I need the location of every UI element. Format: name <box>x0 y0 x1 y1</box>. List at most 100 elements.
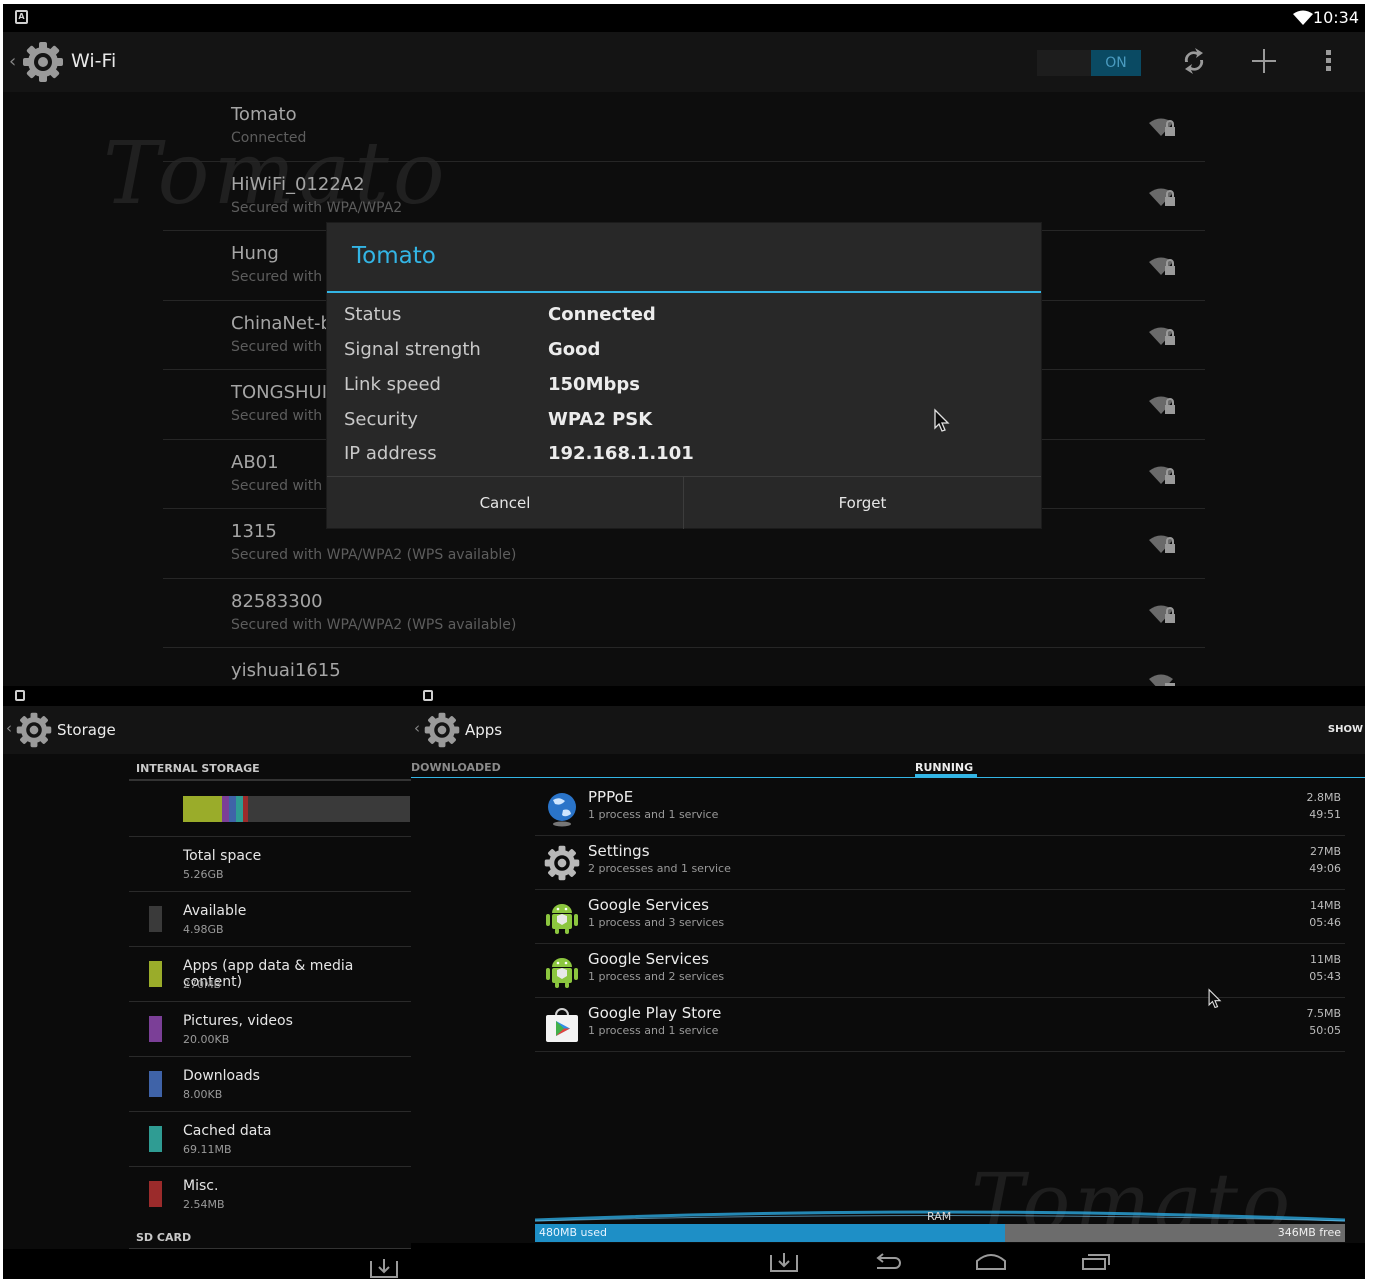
status-bar <box>411 686 1365 706</box>
storage-item-size: 69.11MB <box>183 1143 232 1156</box>
tab-divider <box>411 777 1365 778</box>
app-memory: 14MB <box>1309 899 1341 912</box>
detail-row-security: Security WPA2 PSK <box>344 409 1024 443</box>
color-swatch <box>149 1181 162 1207</box>
detail-row-link-speed: Link speed 150Mbps <box>344 374 1024 408</box>
wifi-lock-signal-icon <box>1149 118 1175 136</box>
settings-gear-icon[interactable] <box>15 711 53 749</box>
wifi-network-item[interactable]: HiWiFi_0122A2 Secured with WPA/WPA2 <box>163 162 1205 231</box>
storage-item-apps[interactable]: Apps (app data & media content) 270MB <box>129 947 411 1002</box>
detail-value: 192.168.1.101 <box>548 443 694 464</box>
section-divider <box>129 779 411 781</box>
running-app-item[interactable]: Google Play Store 1 process and 1 servic… <box>535 998 1345 1052</box>
network-status: Secured with WPA/WPA2 (WPS available) <box>231 616 517 633</box>
back-chevron-icon[interactable]: ‹ <box>6 719 12 737</box>
storage-item-size: 5.26GB <box>183 868 224 881</box>
android-icon <box>546 958 578 988</box>
back-chevron-icon[interactable]: ‹ <box>9 51 16 72</box>
network-ssid: AB01 <box>231 451 279 473</box>
wifi-toggle[interactable]: ON <box>1037 50 1141 76</box>
download-icon[interactable] <box>767 1251 801 1273</box>
app-process-desc: 1 process and 1 service <box>588 1024 719 1037</box>
detail-label: Link speed <box>344 374 441 395</box>
wifi-lock-signal-icon <box>1149 396 1175 414</box>
section-header-sd-card: SD CARD <box>136 1231 192 1244</box>
dialog-title-divider <box>327 291 1041 293</box>
notification-icon[interactable]: A <box>15 10 28 24</box>
storage-item-size: 20.00KB <box>183 1033 230 1046</box>
running-app-item[interactable]: Google Services 1 process and 2 services… <box>535 944 1345 998</box>
wifi-settings-window: A 10:34 ‹ Wi-Fi ON Tomato Tomato Connect… <box>3 4 1365 686</box>
apps-action-bar: ‹ Apps SHOW <box>411 706 1365 754</box>
tab-running[interactable]: RUNNING <box>915 761 973 774</box>
app-process-desc: 1 process and 3 services <box>588 916 725 929</box>
download-icon[interactable] <box>367 1257 401 1279</box>
back-button-icon[interactable] <box>871 1251 905 1273</box>
running-app-item[interactable]: Google Services 1 process and 3 services… <box>535 890 1345 944</box>
network-status: Secured with W <box>231 477 341 494</box>
section-header-internal: INTERNAL STORAGE <box>136 762 260 775</box>
wifi-lock-signal-icon <box>1149 466 1175 484</box>
running-app-item[interactable]: Settings 2 processes and 1 service 27MB … <box>535 836 1345 890</box>
app-memory: 2.8MB <box>1306 791 1341 804</box>
mouse-cursor-icon <box>934 408 950 432</box>
wifi-network-item[interactable]: yishuai1615 <box>163 648 1205 686</box>
back-chevron-icon[interactable]: ‹ <box>414 719 420 737</box>
detail-value: 150Mbps <box>548 374 640 395</box>
app-name: Google Services <box>588 896 709 914</box>
show-cached-button[interactable]: SHOW <box>1328 724 1363 735</box>
mouse-cursor-icon <box>1208 988 1222 1009</box>
storage-item-misc[interactable]: Misc. 2.54MB <box>129 1167 411 1222</box>
network-status: Secured with WPA/WPA2 (WPS available) <box>231 547 517 563</box>
network-ssid: 82583300 <box>231 590 323 612</box>
detail-value: Good <box>548 339 601 360</box>
notification-icon[interactable] <box>423 690 433 701</box>
network-ssid: HiWiFi_0122A2 <box>231 173 365 195</box>
wifi-lock-signal-icon <box>1149 674 1175 686</box>
app-memory: 27MB <box>1309 845 1341 858</box>
color-swatch <box>149 1071 162 1097</box>
detail-row-signal: Signal strength Good <box>344 339 1024 373</box>
settings-gear-icon[interactable] <box>423 711 461 749</box>
status-bar: A 10:34 <box>3 4 1365 32</box>
storage-item-name: Downloads <box>183 1068 260 1084</box>
network-status: Secured with W <box>231 408 341 424</box>
storage-item-cached[interactable]: Cached data 69.11MB <box>129 1112 411 1167</box>
overflow-menu-icon[interactable] <box>1321 46 1337 76</box>
home-button-icon[interactable] <box>973 1251 1009 1273</box>
clock: 10:34 <box>1312 8 1359 27</box>
storage-item-pictures[interactable]: Pictures, videos 20.00KB <box>129 1002 411 1057</box>
storage-bar-segment <box>222 796 229 822</box>
recent-apps-icon[interactable] <box>1079 1251 1113 1273</box>
storage-item-name: Total space <box>183 848 262 864</box>
page-title: Apps <box>465 721 503 739</box>
storage-action-bar: ‹ Storage <box>3 706 411 754</box>
add-network-icon[interactable] <box>1249 46 1279 76</box>
network-ssid: Tomato <box>231 104 297 125</box>
settings-gear-icon[interactable] <box>21 40 65 84</box>
wifi-lock-signal-icon <box>1149 535 1175 553</box>
navigation-bar <box>3 1249 411 1279</box>
storage-item-name: Misc. <box>183 1178 219 1194</box>
wifi-status-icon <box>1293 10 1313 25</box>
cancel-button[interactable]: Cancel <box>327 477 684 529</box>
wifi-network-item[interactable]: Tomato Connected <box>163 92 1205 162</box>
app-memory: 11MB <box>1309 953 1341 966</box>
forget-button[interactable]: Forget <box>684 477 1041 529</box>
running-app-item[interactable]: PPPoE 1 process and 1 service 2.8MB 49:5… <box>535 782 1345 836</box>
storage-item-downloads[interactable]: Downloads 8.00KB <box>129 1057 411 1112</box>
tab-downloaded[interactable]: DOWNLOADED <box>411 761 501 774</box>
network-ssid: yishuai1615 <box>231 660 341 681</box>
storage-item-size: 8.00KB <box>183 1088 223 1101</box>
app-memory: 7.5MB <box>1306 1007 1341 1020</box>
app-runtime: 05:46 <box>1309 916 1341 929</box>
globe-icon <box>548 793 576 827</box>
wifi-network-item[interactable]: 82583300 Secured with WPA/WPA2 (WPS avai… <box>163 579 1205 648</box>
notification-icon[interactable] <box>15 690 25 701</box>
wps-icon[interactable] <box>1179 46 1209 76</box>
network-ssid: ChinaNet-b <box>231 312 332 334</box>
storage-settings-window: ‹ Storage INTERNAL STORAGE Total space 5… <box>3 686 411 1279</box>
ram-usage: RAM 480MB used 346MB free <box>535 1184 1345 1244</box>
storage-item-available[interactable]: Available 4.98GB <box>129 892 411 947</box>
storage-bar-segment <box>183 796 222 822</box>
